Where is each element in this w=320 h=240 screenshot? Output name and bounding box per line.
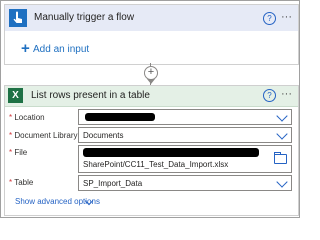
flow-canvas: Manually trigger a flow ? ··· + Add an i… (0, 0, 300, 218)
trigger-card: Manually trigger a flow ? ··· + Add an i… (4, 4, 299, 65)
document-library-label: * Document Library (9, 131, 78, 140)
location-dropdown[interactable] (78, 109, 292, 125)
folder-icon[interactable] (274, 152, 287, 164)
action-card: X List rows present in a table ? ··· * L… (4, 85, 299, 216)
file-label: * File (9, 148, 28, 157)
insert-step-plus-icon[interactable]: + (144, 66, 158, 80)
action-title: List rows present in a table (31, 90, 150, 101)
help-icon[interactable]: ? (263, 89, 276, 102)
action-card-header[interactable]: X List rows present in a table ? ··· (5, 86, 298, 107)
more-options-icon[interactable]: ··· (281, 12, 295, 23)
plus-icon: + (21, 40, 30, 57)
table-dropdown[interactable]: SP_Import_Data (78, 175, 292, 191)
document-library-value: Documents (83, 131, 124, 140)
chevron-down-icon (276, 128, 288, 140)
file-path-value: SharePoint/CC11_Test_Data_Import.xlsx (83, 160, 229, 169)
add-input-label: Add an input (33, 44, 90, 55)
file-picker-field[interactable]: SharePoint/CC11_Test_Data_Import.xlsx (78, 145, 292, 173)
trigger-title: Manually trigger a flow (34, 12, 135, 23)
trigger-card-header[interactable]: Manually trigger a flow ? ··· (5, 5, 298, 31)
chevron-down-icon (276, 110, 288, 122)
redaction-mark (85, 113, 155, 121)
document-library-dropdown[interactable]: Documents (78, 127, 292, 143)
table-label: * Table (9, 178, 34, 187)
hand-touch-icon (9, 9, 27, 27)
chevron-down-icon (276, 176, 288, 188)
table-value: SP_Import_Data (83, 179, 143, 188)
location-label: * Location (9, 113, 45, 122)
redaction-mark (83, 148, 259, 157)
help-icon[interactable]: ? (263, 12, 276, 25)
connector-arrow-icon (147, 79, 155, 84)
excel-icon: X (8, 88, 23, 103)
more-options-icon[interactable]: ··· (281, 89, 295, 100)
